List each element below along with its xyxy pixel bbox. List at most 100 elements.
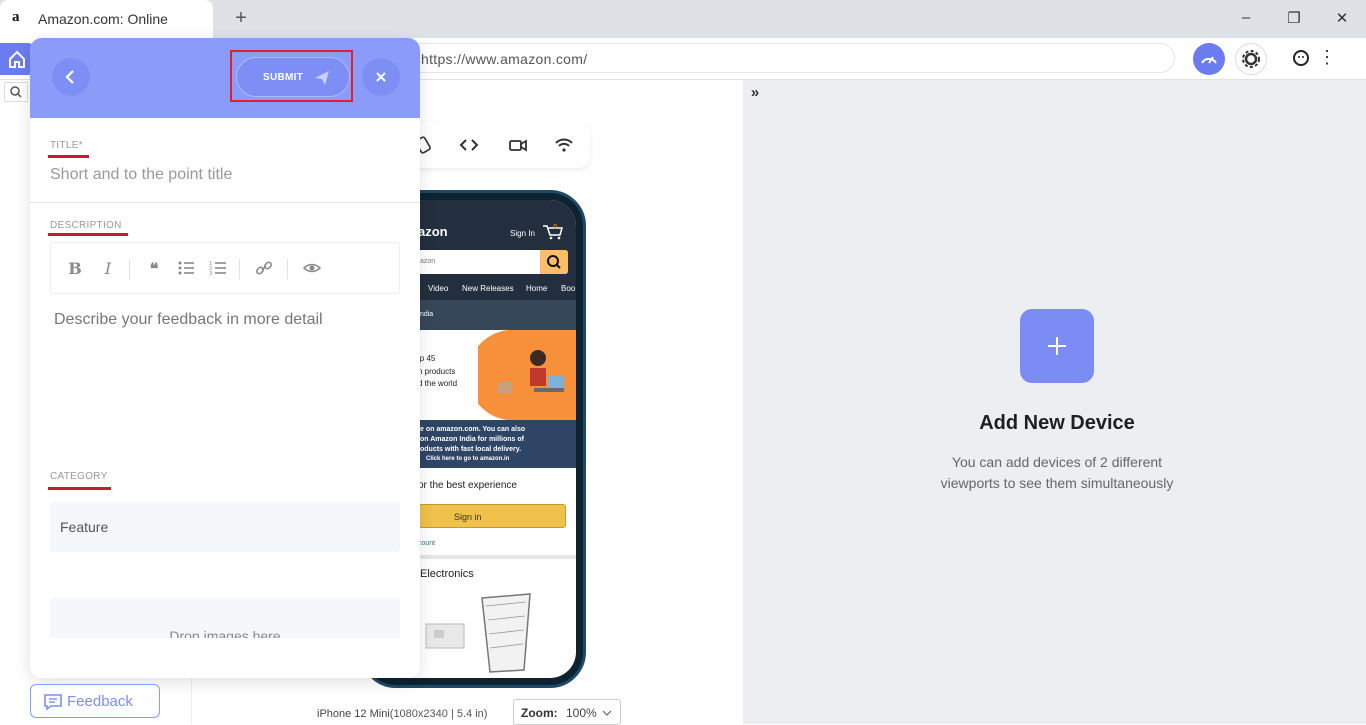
tab-title: Amazon.com: Online [38,11,168,27]
editor-toolbar: B I ❝ 123 [50,242,400,294]
phone-signin-link[interactable]: Sign In [510,229,535,238]
profile-button[interactable] [1291,48,1311,68]
performance-button[interactable] [1193,43,1225,75]
device-info: iPhone 12 Mini(1080x2340 | 5.4 in) [317,708,487,720]
zoom-label: Zoom: [521,706,558,720]
toolbar-separator [129,259,130,279]
close-button[interactable] [362,58,400,96]
svg-text:3: 3 [209,271,212,277]
numbered-list-icon[interactable]: 123 [209,259,227,279]
info-line: e on amazon.com. You can also [420,426,526,433]
home-button[interactable] [0,43,34,75]
link-icon[interactable] [255,259,273,279]
amazon-favicon-icon: a [12,9,20,25]
phone-signin-button[interactable] [418,504,566,528]
bold-icon[interactable]: B [67,259,83,279]
plus-icon [1048,337,1066,355]
feedback-footer [30,638,420,678]
close-window-button[interactable]: ✕ [1332,9,1352,29]
restore-button[interactable]: ❐ [1284,9,1304,29]
phone-best-experience: or the best experience [418,480,517,491]
search-icon[interactable] [4,82,28,102]
svg-text:0: 0 [553,223,557,231]
back-button[interactable] [52,58,90,96]
expand-panel-button[interactable]: » [745,84,765,104]
divider [30,202,420,203]
phone-section-title: Electronics [420,568,474,580]
phone-search-button[interactable] [540,250,568,274]
chevron-down-icon [602,710,612,716]
category-underline [48,487,111,490]
description-underline [48,233,128,236]
submit-button[interactable]: SUBMIT [236,57,350,97]
phone-nav-item[interactable]: Home [526,284,547,293]
description-input[interactable]: Describe your feedback in more detail [54,311,323,329]
minimize-button[interactable]: – [1236,9,1256,29]
add-device-desc-line: viewports to see them simultaneously [940,475,1174,491]
product-images [425,593,531,673]
banner-line: n products [418,367,456,376]
phone-nav-item[interactable]: Video [428,284,448,293]
italic-icon[interactable]: I [101,259,115,279]
add-device-title: Add New Device [979,412,1135,434]
video-camera-icon[interactable] [507,134,529,156]
category-value: Feature [60,519,109,535]
info-line: on Amazon India for millions of [420,436,524,443]
info-link[interactable]: Click here to go to amazon.in [426,456,509,462]
category-select[interactable]: Feature [50,502,400,552]
profile-icon [1293,50,1309,66]
address-bar[interactable]: https://www.amazon.com/ [400,43,1175,73]
kebab-menu-icon[interactable]: ⋮ [1318,46,1336,70]
feedback-panel: SUBMIT TITLE* Short and to the point tit… [30,38,420,678]
wifi-icon[interactable] [553,134,575,156]
zoom-select[interactable]: Zoom: 100% [513,699,621,725]
phone-signin-label: Sign in [454,512,482,522]
home-icon [9,50,25,68]
toolbar-separator [239,259,240,279]
tab-strip: a Amazon.com: Online + – ❐ ✕ [0,0,1366,38]
browser-tab[interactable]: a Amazon.com: Online [0,0,213,38]
phone-location-text: India [418,311,434,318]
phone-account-link[interactable]: count [418,540,435,547]
banner-line: ip 45 [418,354,436,363]
add-device-button[interactable] [1020,309,1094,383]
device-name: iPhone 12 Mini [317,708,390,720]
device-spec: (1080x2340 | 5.4 in) [389,708,488,720]
settings-button[interactable] [1235,43,1267,75]
search-icon [547,255,561,269]
speedometer-icon [1201,56,1217,64]
feedback-button[interactable]: Feedback [30,684,160,718]
feedback-label: Feedback [67,693,133,710]
description-label: DESCRIPTION [50,220,122,231]
chevron-left-icon [65,70,74,84]
close-icon [376,72,386,82]
banner-illustration [478,330,576,420]
eye-icon[interactable] [302,259,322,279]
submit-label: SUBMIT [263,72,304,83]
title-label: TITLE* [50,140,83,151]
phone-search-placeholder: azon [420,258,436,265]
chat-icon [44,694,62,711]
gear-icon [1242,50,1260,68]
device-toolbar [400,122,590,168]
code-icon[interactable] [458,134,480,156]
bulleted-list-icon[interactable] [177,259,195,279]
title-underline [48,155,89,158]
toolbar-separator [287,259,288,279]
new-tab-button[interactable]: + [232,7,250,30]
category-label: CATEGORY [50,471,108,482]
feedback-header: SUBMIT [30,38,420,118]
add-device-description: You can add devices of 2 different viewp… [906,452,1208,494]
title-input[interactable]: Short and to the point title [50,166,232,184]
zoom-value: 100% [566,706,597,720]
amazon-logo: azon [418,224,448,239]
cart-icon[interactable]: 0 [542,223,564,241]
url-text: https://www.amazon.com/ [421,51,588,67]
add-device-desc-line: You can add devices of 2 different [951,454,1163,470]
send-icon [315,71,329,85]
device-panel [743,80,1366,724]
quote-icon[interactable]: ❝ [145,259,163,279]
phone-nav-item[interactable]: Boo [561,284,575,293]
banner-line: d the world [418,379,458,388]
phone-nav-item[interactable]: New Releases [462,284,514,293]
